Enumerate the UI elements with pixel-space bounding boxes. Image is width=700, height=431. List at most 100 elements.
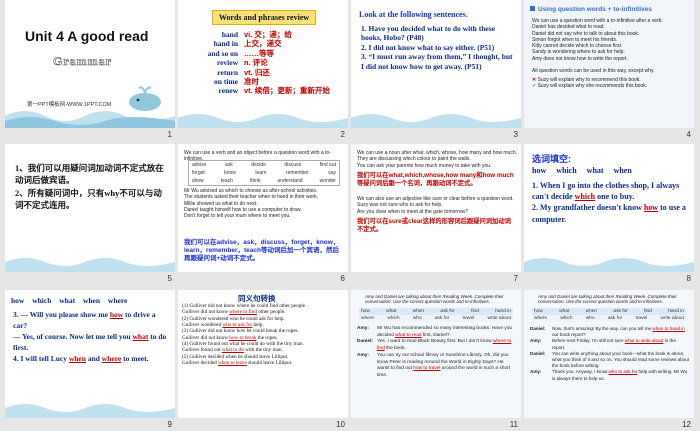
vocab-zh: 准时 <box>244 76 259 86</box>
slide-number: 11 <box>509 420 518 429</box>
slide-11-canvas: Amy and Daniel are talking about their R… <box>351 290 521 418</box>
speaker-name: Daniel: <box>530 350 546 356</box>
verb-word: show <box>192 178 204 184</box>
item-text: — Yes, of course. Now let me tell you <box>13 331 133 341</box>
verb-word: remember <box>285 170 309 176</box>
slide-thumbnail-11[interactable]: Amy and Daniel are talking about their R… <box>351 290 521 430</box>
grammar-notes: 1、我们可以用疑问词加动词不定式放在动词后做宾语。 2、所有疑问词中，只有why… <box>15 162 167 211</box>
slide-number: 8 <box>686 274 691 283</box>
slide-thumbnail-9[interactable]: how which what when where 3. — Will you … <box>5 290 175 430</box>
word-bank: how what when ask for find hand in where which… <box>359 308 513 322</box>
dialog-line: Amy: You can try our school library or Su… <box>357 353 517 380</box>
item-text: should leave Lilliput. <box>246 360 293 367</box>
verb-word: advise <box>192 162 207 168</box>
speaker-name: Amy: <box>530 369 542 375</box>
verb-word: ask <box>224 162 233 168</box>
slide-4-canvas: Using question words + to-infinitives We… <box>524 0 694 128</box>
slide-thumbnail-4[interactable]: Using question words + to-infinitives We… <box>524 0 694 140</box>
adjective-summary: 我们可以在sure或clear这样的形容词后跟疑问词加动词不定式。 <box>357 218 511 233</box>
verb-example: Don't forget to tell your mum where to m… <box>184 213 291 219</box>
bank-word: when <box>412 309 425 314</box>
waves-decoration <box>351 114 521 128</box>
slide-thumbnail-6[interactable]: We can use a verb and an object before a… <box>178 144 348 284</box>
correct-example: Suzy will explain why she recommends thi… <box>537 83 648 90</box>
slide-3-header: Look at the following sentences. <box>359 10 468 19</box>
slide-1-subtitle: Grammar <box>53 54 112 69</box>
rule-line: Amy does not know how to write the repor… <box>532 55 628 62</box>
dialog-line: Daniel: Now, that's amazing! By the way, … <box>530 326 690 338</box>
item-text: the ropes. <box>256 334 278 341</box>
slide-thumbnail-8[interactable]: 选词填空: how which what when 1. When I go i… <box>524 144 694 284</box>
verb-word: wonder <box>319 178 336 184</box>
slide-thumbnail-2[interactable]: Words and phrases review hand vi. 交；递；给 h… <box>178 0 348 140</box>
task-instructions: Amy and Daniel are talking about their R… <box>365 294 504 304</box>
dialog: Amy: Mr Wu has recommended so many intere… <box>357 326 517 380</box>
answer-blank: what <box>132 331 149 341</box>
slide-number: 10 <box>336 420 345 429</box>
rewrite-item: (4) Gulliver found out what he could do … <box>182 341 344 354</box>
fill-blank-item: 4. I will tell Lucy when and where to me… <box>13 354 167 365</box>
rule-note: All question words can be used in this w… <box>532 67 655 74</box>
vocab-row: on time 准时 <box>186 77 346 86</box>
dialog-text: Thank you. Anyway, I know <box>552 369 609 375</box>
dialog-line: Daniel: Yes. I want to read Black Beauty … <box>357 339 517 352</box>
cross-icon: ✕ <box>532 77 537 83</box>
slide-number: 2 <box>340 130 345 139</box>
slide-thumbnail-7[interactable]: We can use a noun after what, which, who… <box>351 144 521 284</box>
answer-blank: when to hand in <box>652 326 685 331</box>
verb-word: discuss <box>284 162 302 168</box>
item-text: Gulliver did not know <box>182 334 230 341</box>
verb-word: say <box>328 170 336 176</box>
adjective-rules: We can also use an adjective like sure o… <box>357 196 517 215</box>
slide-9-canvas: how which what when where 3. — Will you … <box>5 290 175 418</box>
vocab-list: hand vi. 交；递；给 hand in 上交，递交 and so on ……等等… <box>186 30 346 96</box>
example-sentence: 3. “I must run away from them,” I though… <box>361 52 513 71</box>
fill-blank-item: 3. — Will you please show me how to driv… <box>13 310 167 332</box>
slide-number: 1 <box>167 130 172 139</box>
slide-3-canvas: Look at the following sentences. 1. Have… <box>351 0 521 128</box>
bank-word: what <box>559 309 570 314</box>
vocab-en: on time <box>214 76 238 86</box>
slide-6-canvas: We can use a verb and an object before a… <box>178 144 348 272</box>
bank-word: who <box>585 316 595 321</box>
fill-blank-item: — Yes, of course. Now let me tell you wh… <box>13 332 167 354</box>
vocab-zh: ……等等 <box>244 48 274 58</box>
vocab-en: review <box>216 58 238 68</box>
answer-blank: where <box>101 353 122 363</box>
verb-word: think <box>249 178 261 184</box>
slide-thumbnail-3[interactable]: Look at the following sentences. 1. Have… <box>351 0 521 140</box>
word-options: how which what when where <box>11 296 128 305</box>
vocab-row: hand vi. 交；递；给 <box>186 30 346 39</box>
dialog-line: Amy: Thank you. Anyway, I know who to ask… <box>530 369 690 381</box>
slide-number: 9 <box>167 420 172 429</box>
word-bank-row: how what when ask for find hand in <box>359 308 513 315</box>
bank-word: find <box>471 309 479 314</box>
bank-word: which <box>387 316 400 321</box>
answer-blank: how <box>109 310 124 319</box>
dialog-line: Amy: Before next Friday. I'm still not su… <box>530 338 690 350</box>
answer-blank: what to write about <box>624 338 664 344</box>
item-text: 2. My grandfather doesn't know <box>532 203 644 213</box>
slide-thumbnail-1[interactable]: Unit 4 A good read Grammar 第一PPT模板网-WWW.… <box>5 0 175 140</box>
verb-word: know <box>224 170 236 176</box>
slide-thumbnail-12[interactable]: Amy and Daniel are talking about their R… <box>524 290 694 430</box>
slide-thumbnail-5[interactable]: 1、我们可以用疑问词加动词不定式放在动词后做宾语。 2、所有疑问词中，只有why… <box>5 144 175 284</box>
slide-thumbnail-10[interactable]: 同义句转换 (1) Gulliver did not know where he… <box>178 290 348 430</box>
bank-word: where <box>534 316 548 321</box>
bank-word: travel <box>462 316 475 321</box>
vocab-en: return <box>217 67 238 77</box>
bank-word: how <box>361 309 370 314</box>
slide-number: 5 <box>167 274 172 283</box>
slide-12-canvas: Amy and Daniel are talking about their R… <box>524 290 694 418</box>
word-bank-row: how what when ask for find hand in <box>532 308 686 315</box>
answer-blank: when to leave <box>218 360 247 367</box>
fill-blank-item: 1. When I go into the clothes shop, I al… <box>532 180 688 202</box>
rewrite-item: (3) Gulliver did not know how he could b… <box>182 328 344 341</box>
section-bullet-icon <box>530 6 535 11</box>
item-text: one to buy. <box>595 192 635 202</box>
rewrite-item: (1) Gulliver did not know where he could… <box>182 303 344 316</box>
dialog-text: the book. <box>384 346 406 352</box>
bank-word: travel <box>635 316 648 321</box>
speaker-name: Amy: <box>357 326 369 331</box>
slide-1-canvas: Unit 4 A good read Grammar 第一PPT模板网-WWW.… <box>5 0 175 128</box>
